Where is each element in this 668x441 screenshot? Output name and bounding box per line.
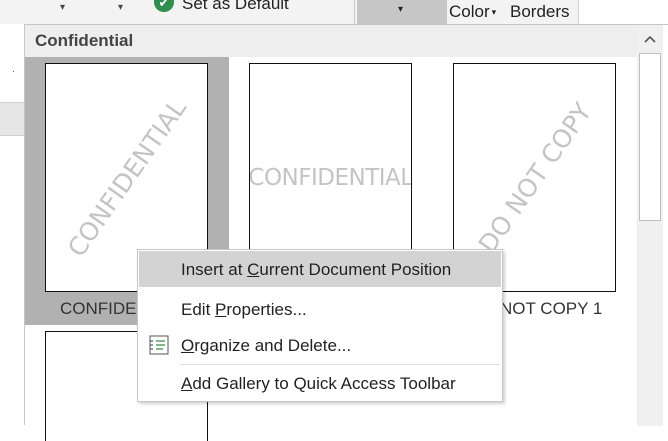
menu-item-add-gallery-to-qat[interactable]: Add Gallery to Quick Access Toolbar	[139, 365, 501, 401]
ribbon-right-area	[578, 0, 668, 24]
watermark-tile-label: NOT COPY 1	[500, 299, 603, 318]
menu-item-organize-and-delete[interactable]: Organize and Delete...	[139, 327, 501, 363]
watermark-preview-text: CONFIDENTIAL	[61, 93, 192, 262]
menu-item-label: Organize and Delete...	[181, 336, 352, 355]
gallery-category-header: Confidential	[25, 25, 637, 57]
ribbon-strip: ▾ ▾ ✔ Set as Default ▾ Color ▾ Borders	[0, 0, 668, 24]
set-as-default-button[interactable]: Set as Default	[182, 0, 289, 14]
menu-item-label: Edit Properties...	[181, 300, 307, 319]
document-edge: ·	[0, 24, 24, 425]
menu-item-insert-at-current-position[interactable]: Insert at Current Document Position	[139, 251, 501, 287]
page-color-label: Color	[449, 2, 490, 21]
organizer-icon	[148, 334, 170, 361]
menu-item-edit-properties[interactable]: Edit Properties...	[139, 291, 501, 327]
checkmark-icon: ✔	[154, 0, 174, 12]
watermark-preview-text: DO NOT COPY	[472, 97, 597, 258]
document-margin-band	[0, 102, 24, 136]
dropdown-arrow-icon: ▾	[491, 7, 497, 18]
ruler-tick: ·	[12, 66, 15, 76]
dropdown-arrow-icon[interactable]: ▾	[118, 2, 123, 13]
ribbon-divider	[354, 0, 355, 24]
dropdown-arrow-icon: ▾	[398, 4, 404, 15]
menu-item-label: Insert at Current Document Position	[181, 260, 452, 279]
dropdown-arrow-icon[interactable]: ▾	[60, 2, 65, 13]
scrollbar-thumb[interactable]	[639, 53, 661, 221]
watermark-tile-label: CONFIDE	[60, 299, 137, 318]
gallery-scrollbar[interactable]	[637, 25, 663, 426]
page-borders-button[interactable]: Borders	[510, 2, 570, 22]
menu-item-label: Add Gallery to Quick Access Toolbar	[181, 374, 456, 393]
context-menu: Insert at Current Document Position Edit…	[137, 249, 503, 402]
watermark-preview-text: CONFIDENTIAL	[249, 164, 412, 191]
page-color-button[interactable]: Color ▾	[449, 2, 498, 22]
scroll-up-icon[interactable]	[639, 27, 661, 51]
